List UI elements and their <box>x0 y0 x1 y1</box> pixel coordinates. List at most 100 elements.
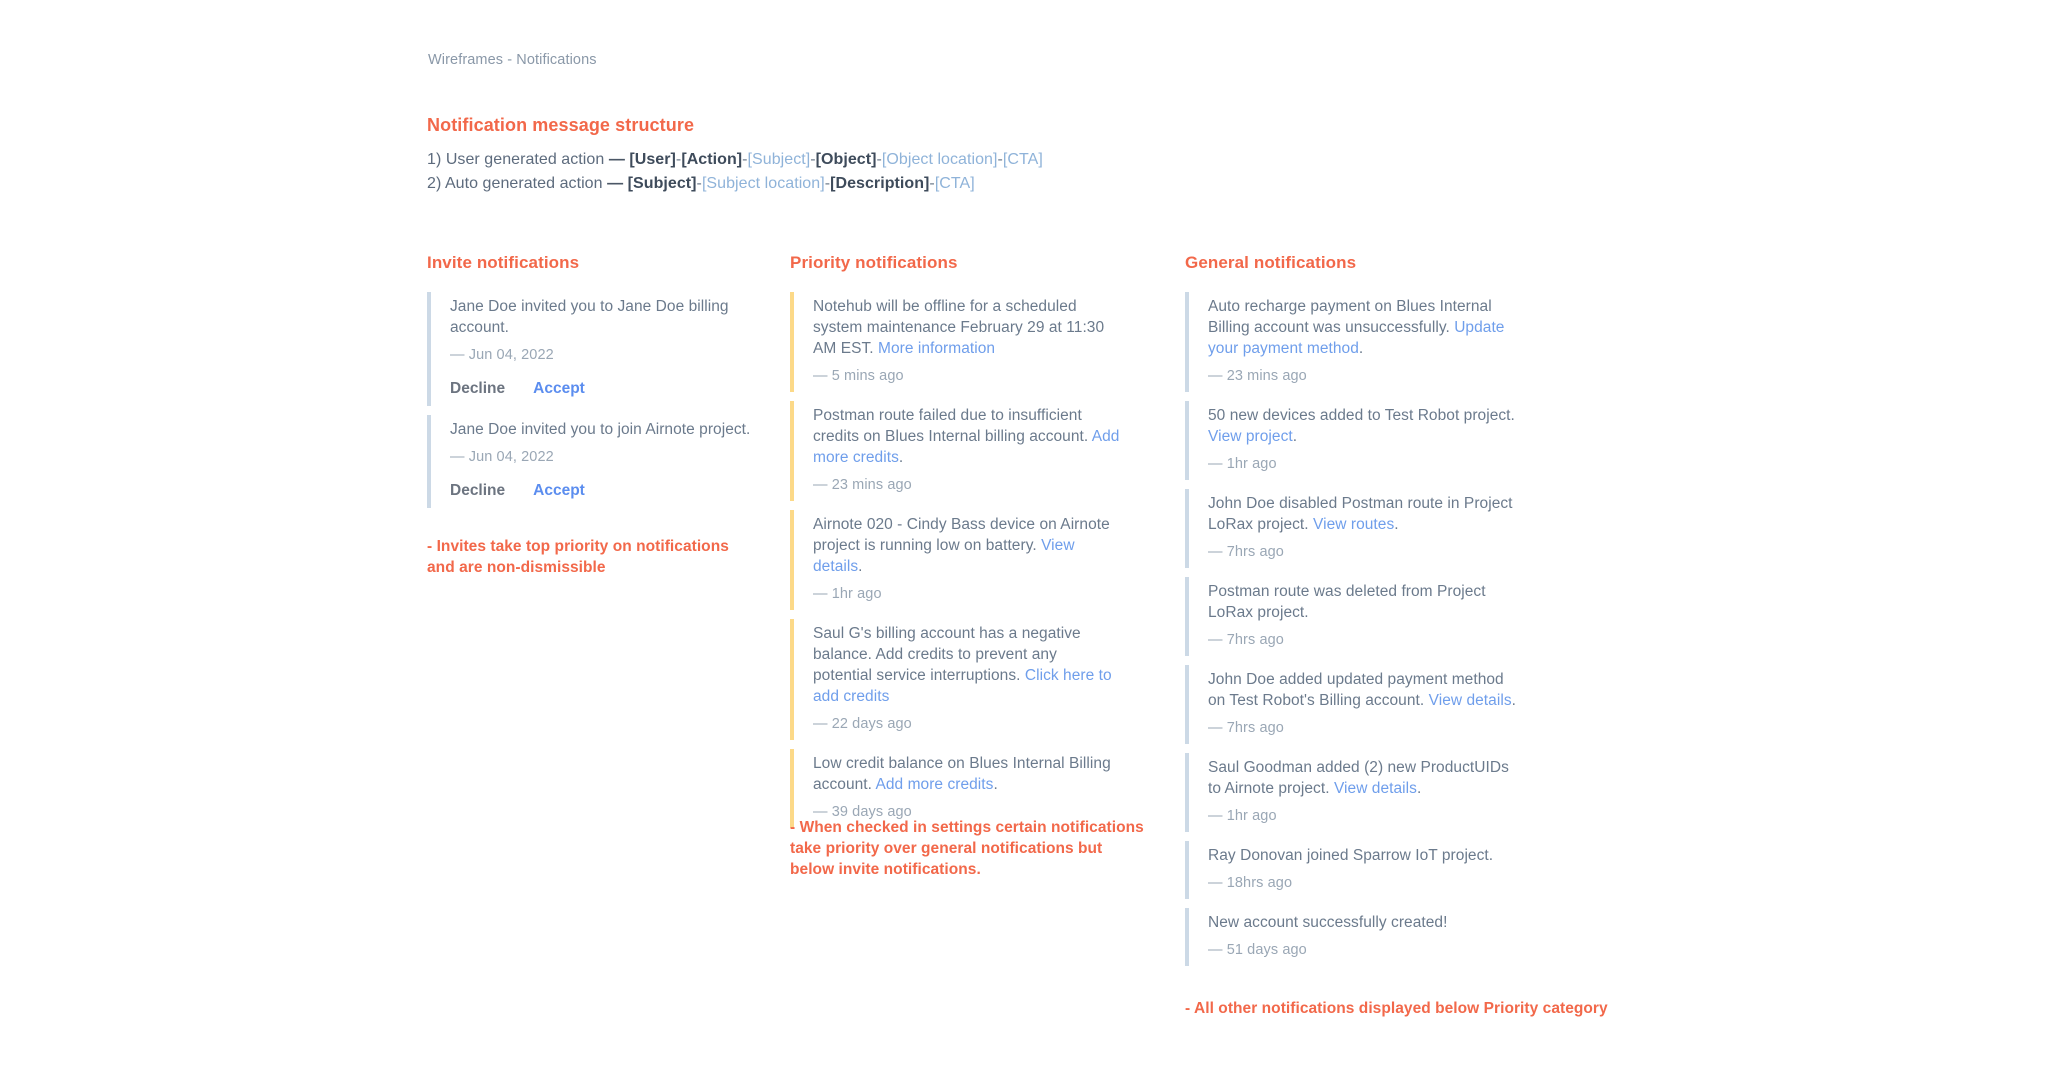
notification-text-segment: New account successfully created! <box>1208 914 1448 931</box>
notification-cta-link[interactable]: View details <box>1334 780 1417 797</box>
notification-item[interactable]: Airnote 020 - Cindy Bass device on Airno… <box>790 510 1120 610</box>
priority-notification-list: Notehub will be offline for a scheduled … <box>790 292 1120 828</box>
notification-text-segment: . <box>858 558 863 575</box>
notification-timestamp: — 22 days ago <box>813 716 912 732</box>
notification-body: Postman route failed due to insufficient… <box>794 401 1120 501</box>
general-notification-list: Auto recharge payment on Blues Internal … <box>1185 292 1525 966</box>
structure-token: [Subject] <box>747 151 811 168</box>
notification-cta-link[interactable]: View project <box>1208 428 1293 445</box>
decline-button[interactable]: Decline <box>450 482 505 500</box>
general-notifications-column: General notifications Auto recharge paym… <box>1185 253 1525 975</box>
priority-annotation: - When checked in settings certain notif… <box>790 819 1144 878</box>
notification-item[interactable]: Postman route failed due to insufficient… <box>790 401 1120 501</box>
structure-line-label: Auto generated action <box>444 175 603 192</box>
breadcrumb: Wireframes - Notifications <box>428 52 597 68</box>
accept-button[interactable]: Accept <box>533 380 585 398</box>
notification-message: Jane Doe invited you to join Airnote pro… <box>450 419 757 440</box>
notification-body: Ray Donovan joined Sparrow IoT project. —… <box>1189 841 1525 899</box>
notification-text-segment: . <box>1416 780 1422 797</box>
notification-body: 50 new devices added to Test Robot proje… <box>1189 401 1525 480</box>
notification-text-segment: . <box>1394 516 1399 533</box>
accept-button[interactable]: Accept <box>533 482 585 500</box>
notification-body: Jane Doe invited you to Jane Doe billing… <box>431 292 757 406</box>
notification-timestamp: — 23 mins ago <box>813 477 912 493</box>
structure-em-dash: — <box>608 151 625 168</box>
notification-cta-link[interactable]: More information <box>878 340 995 357</box>
structure-token: [User] <box>629 151 676 168</box>
notification-text-segment: . <box>1511 692 1516 709</box>
notification-cta-link[interactable]: View routes <box>1313 516 1394 533</box>
notification-body: Notehub will be offline for a scheduled … <box>794 292 1120 392</box>
notification-text-segment: Jane Doe invited you to Jane Doe billing… <box>450 298 729 336</box>
structure-token: [CTA] <box>1002 151 1043 168</box>
notification-item[interactable]: New account successfully created! — 51 da… <box>1185 908 1525 966</box>
notification-text-segment: . <box>1292 428 1298 445</box>
invite-notifications-column: Invite notifications Jane Doe invited yo… <box>427 253 757 517</box>
notification-timestamp: — 1hr ago <box>1208 808 1277 824</box>
priority-column-title: Priority notifications <box>790 253 958 272</box>
invite-column-title: Invite notifications <box>427 253 580 272</box>
notification-timestamp: — Jun 04, 2022 <box>450 347 554 363</box>
notification-item[interactable]: Notehub will be offline for a scheduled … <box>790 292 1120 392</box>
notification-cta-link[interactable]: View details <box>1429 692 1512 709</box>
notification-item[interactable]: Auto recharge payment on Blues Internal … <box>1185 292 1525 392</box>
notification-timestamp: — 7hrs ago <box>1208 544 1284 560</box>
notification-text-segment: 50 new devices added to Test Robot proje… <box>1208 407 1515 424</box>
notification-text-segment: Auto recharge payment on Blues Internal … <box>1208 298 1492 336</box>
structure-token: [Action] <box>681 151 743 168</box>
notification-item[interactable]: John Doe added updated payment method on… <box>1185 665 1525 744</box>
notification-item[interactable]: Saul G's billing account has a negative … <box>790 619 1120 740</box>
notification-body: Saul Goodman added (2) new ProductUIDs t… <box>1189 753 1525 832</box>
notification-message: Postman route was deleted from Project L… <box>1208 581 1525 623</box>
notification-timestamp: — 51 days ago <box>1208 942 1307 958</box>
notification-actions: Decline Accept <box>450 482 757 500</box>
notification-timestamp: — Jun 04, 2022 <box>450 449 554 465</box>
notification-body: Airnote 020 - Cindy Bass device on Airno… <box>794 510 1120 610</box>
notification-text-segment: . <box>1358 340 1364 357</box>
notification-timestamp: — 7hrs ago <box>1208 632 1284 648</box>
notification-timestamp: — 7hrs ago <box>1208 720 1284 736</box>
notification-timestamp: — 23 mins ago <box>1208 368 1307 384</box>
notification-cta-link[interactable]: Add more credits <box>876 776 994 793</box>
decline-button[interactable]: Decline <box>450 380 505 398</box>
notification-message: Saul Goodman added (2) new ProductUIDs t… <box>1208 757 1525 799</box>
notification-message: Jane Doe invited you to Jane Doe billing… <box>450 296 757 338</box>
structure-token: [Object] <box>815 151 877 168</box>
notification-body: John Doe added updated payment method on… <box>1189 665 1525 744</box>
notification-item[interactable]: 50 new devices added to Test Robot proje… <box>1185 401 1525 480</box>
notification-message: Low credit balance on Blues Internal Bil… <box>813 753 1120 795</box>
notification-item[interactable]: John Doe disabled Postman route in Proje… <box>1185 489 1525 568</box>
notification-body: Saul G's billing account has a negative … <box>794 619 1120 740</box>
notification-timestamp: — 18hrs ago <box>1208 875 1293 891</box>
invite-notification-list: Jane Doe invited you to Jane Doe billing… <box>427 292 757 508</box>
priority-notifications-column: Priority notifications Notehub will be o… <box>790 253 1120 837</box>
notification-message-structure: Notification message structure 1) User g… <box>427 115 1043 196</box>
structure-token: [Object location] <box>881 151 998 168</box>
notification-message: New account successfully created! <box>1208 912 1525 933</box>
notification-message: Notehub will be offline for a scheduled … <box>813 296 1120 359</box>
notification-item[interactable]: Saul Goodman added (2) new ProductUIDs t… <box>1185 753 1525 832</box>
structure-line-label: User generated action <box>445 151 605 168</box>
structure-em-dash: — <box>607 175 624 192</box>
invite-annotation: - Invites take top priority on notificat… <box>427 538 729 576</box>
notification-timestamp: — 1hr ago <box>813 586 882 602</box>
notification-body: John Doe disabled Postman route in Proje… <box>1189 489 1525 568</box>
notification-item[interactable]: Jane Doe invited you to join Airnote pro… <box>427 415 757 508</box>
notification-text-segment: Ray Donovan joined Sparrow IoT project. <box>1208 847 1494 864</box>
notification-text-segment: . <box>993 776 998 793</box>
notification-text-segment: Jane Doe invited you to join Airnote pro… <box>450 421 751 438</box>
notification-message: Airnote 020 - Cindy Bass device on Airno… <box>813 514 1120 577</box>
structure-lines: 1) User generated action — [User]-[Actio… <box>427 148 1043 196</box>
notification-message: John Doe disabled Postman route in Proje… <box>1208 493 1525 535</box>
notification-item[interactable]: Jane Doe invited you to Jane Doe billing… <box>427 292 757 406</box>
notification-body: Auto recharge payment on Blues Internal … <box>1189 292 1525 392</box>
notification-body: New account successfully created! — 51 da… <box>1189 908 1525 966</box>
structure-token: [Description] <box>830 175 930 192</box>
notification-item[interactable]: Ray Donovan joined Sparrow IoT project. —… <box>1185 841 1525 899</box>
notification-text-segment: Postman route failed due to insufficient… <box>813 407 1092 445</box>
notification-message: Ray Donovan joined Sparrow IoT project. <box>1208 845 1525 866</box>
notification-item[interactable]: Postman route was deleted from Project L… <box>1185 577 1525 656</box>
notification-timestamp: — 1hr ago <box>1208 456 1277 472</box>
structure-line-index: 2) <box>427 175 442 192</box>
notification-message: Postman route failed due to insufficient… <box>813 405 1120 468</box>
